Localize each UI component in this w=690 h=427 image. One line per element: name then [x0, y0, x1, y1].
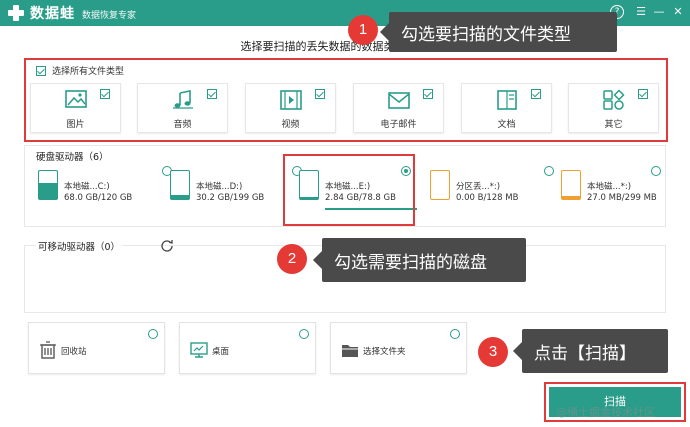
folder-icon [342, 345, 358, 357]
location-radio[interactable] [299, 329, 309, 339]
location-label: 选择文件夹 [363, 347, 406, 357]
drive-icon [430, 170, 450, 200]
location-radio[interactable] [148, 329, 158, 339]
type-card-email[interactable]: 电子邮件 [353, 83, 444, 133]
type-label: 其它 [604, 120, 623, 130]
type-card-video[interactable]: 视频 [245, 83, 336, 133]
other-icon [602, 89, 625, 110]
removable-title: 可移动驱动器（0） [36, 239, 123, 253]
type-label: 视频 [281, 120, 300, 130]
hard-drive-title: 硬盘驱动器（6） [36, 152, 109, 163]
drive-highlight [283, 154, 415, 226]
type-label: 文档 [497, 120, 516, 130]
video-icon [279, 90, 302, 110]
step-badge-2: 2 [277, 244, 307, 274]
select-all-types[interactable]: 选择所有文件类型 [36, 64, 124, 77]
drive-name: 本地磁...*:) [587, 182, 632, 192]
app-logo: 数据蛙 [6, 3, 75, 23]
location-label: 桌面 [212, 347, 230, 357]
cross-logo-icon [6, 3, 26, 23]
drive-size: 27.0 MB/299 MB [587, 193, 657, 203]
drive-icon [170, 170, 190, 200]
location-choose-folder[interactable]: 选择文件夹 [330, 322, 467, 374]
audio-icon [172, 90, 193, 109]
location-label: 回收站 [61, 347, 87, 357]
type-card-other[interactable]: 其它 [568, 83, 659, 133]
drive-radio[interactable] [544, 166, 554, 176]
desktop-icon [190, 342, 208, 358]
watermark: @稀土掘金技术社区 [556, 406, 655, 419]
location-desktop[interactable]: 桌面 [179, 322, 316, 374]
callout-2: 勾选需要扫描的磁盘 [313, 238, 526, 282]
drive-local-extra[interactable]: 本地磁...*:) 27.0 MB/299 MB [561, 166, 681, 212]
app-brand: 数据蛙 [30, 6, 75, 22]
drive-lost-partition[interactable]: 分区丢...*:) 0.00 B/128 MB [430, 166, 554, 212]
email-icon [387, 92, 410, 109]
drive-size: 30.2 GB/199 GB [196, 193, 265, 203]
recycle-bin-icon [40, 341, 56, 359]
close-icon[interactable]: ✕ [671, 5, 685, 19]
image-icon [64, 90, 87, 108]
type-label: 音频 [173, 120, 192, 130]
location-recycle-bin[interactable]: 回收站 [28, 322, 165, 374]
minimize-icon[interactable]: — [652, 5, 666, 19]
drive-name: 本地磁...D:) [196, 182, 243, 192]
type-label: 电子邮件 [380, 120, 417, 130]
type-checkbox[interactable] [423, 89, 433, 99]
refresh-icon[interactable] [160, 238, 174, 252]
type-checkbox[interactable] [207, 89, 217, 99]
drive-radio[interactable] [651, 166, 661, 176]
location-radio[interactable] [450, 329, 460, 339]
drive-size: 68.0 GB/120 GB [64, 193, 133, 203]
document-icon [496, 90, 517, 110]
drive-size: 0.00 B/128 MB [456, 193, 519, 203]
type-card-image[interactable]: 图片 [30, 83, 121, 133]
drive-usage-fill [562, 196, 580, 199]
menu-icon[interactable]: ☰ [634, 5, 648, 19]
select-all-checkbox[interactable] [36, 65, 46, 76]
type-checkbox[interactable] [638, 89, 648, 99]
step-badge-1: 1 [348, 15, 378, 45]
type-card-audio[interactable]: 音频 [137, 83, 228, 133]
callout-1: 勾选要扫描的文件类型 [380, 12, 617, 52]
type-checkbox[interactable] [531, 89, 541, 99]
drive-usage-fill [39, 183, 57, 199]
drive-name: 本地磁...C:) [64, 182, 110, 192]
type-card-document[interactable]: 文档 [461, 83, 552, 133]
callout-3: 点击【扫描】 [513, 329, 668, 373]
app-subtitle: 数据恢复专家 [82, 11, 137, 21]
type-checkbox[interactable] [315, 89, 325, 99]
drive-icon [561, 170, 581, 200]
type-label: 图片 [66, 120, 85, 130]
data-recovery-window: { "app": {"brand": "数据蛙", "subtitle": "数… [0, 0, 690, 427]
drive-d[interactable]: 本地磁...D:) 30.2 GB/199 GB [170, 166, 302, 212]
drive-usage-fill [171, 194, 189, 199]
drive-name: 分区丢...*:) [456, 182, 501, 192]
select-all-label: 选择所有文件类型 [52, 67, 125, 77]
drive-icon [38, 170, 58, 200]
step-badge-3: 3 [478, 337, 508, 367]
drive-c[interactable]: 本地磁...C:) 68.0 GB/120 GB [38, 166, 172, 212]
type-checkbox[interactable] [100, 89, 110, 99]
